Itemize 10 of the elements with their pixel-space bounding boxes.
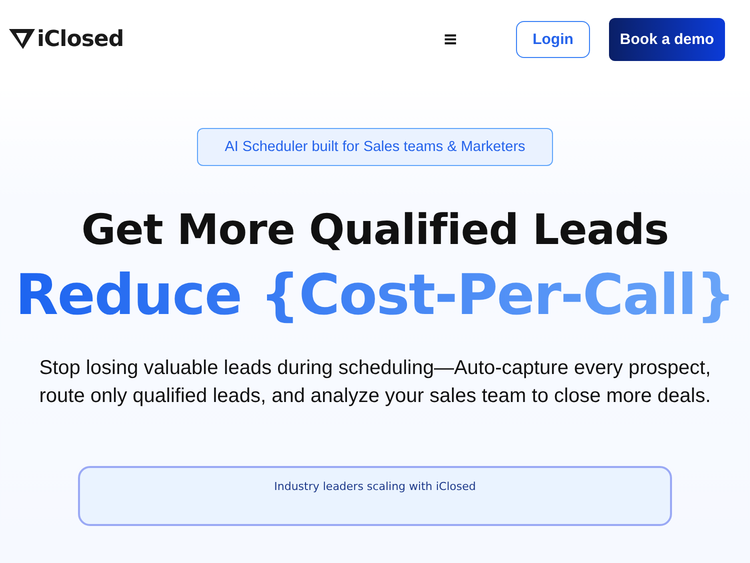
login-button[interactable]: Login	[516, 20, 590, 58]
headline: Get More Qualified Leads	[81, 204, 669, 256]
logo-text: iClosed	[37, 26, 124, 52]
book-demo-button[interactable]: Book a demo	[609, 18, 725, 60]
card-title: Industry leaders scaling with iClosed	[274, 480, 476, 494]
tagline-badge: AI Scheduler built for Sales teams & Marketers	[196, 128, 554, 166]
description-text: Stop losing valuable leads during scheduling—Auto-capture every prospect,	[38, 356, 712, 381]
logo-icon	[9, 28, 35, 50]
menu-button[interactable]: ≡	[440, 28, 460, 50]
description-text: route only qualified leads, and analyze your sales team to close more deals.	[38, 384, 712, 409]
